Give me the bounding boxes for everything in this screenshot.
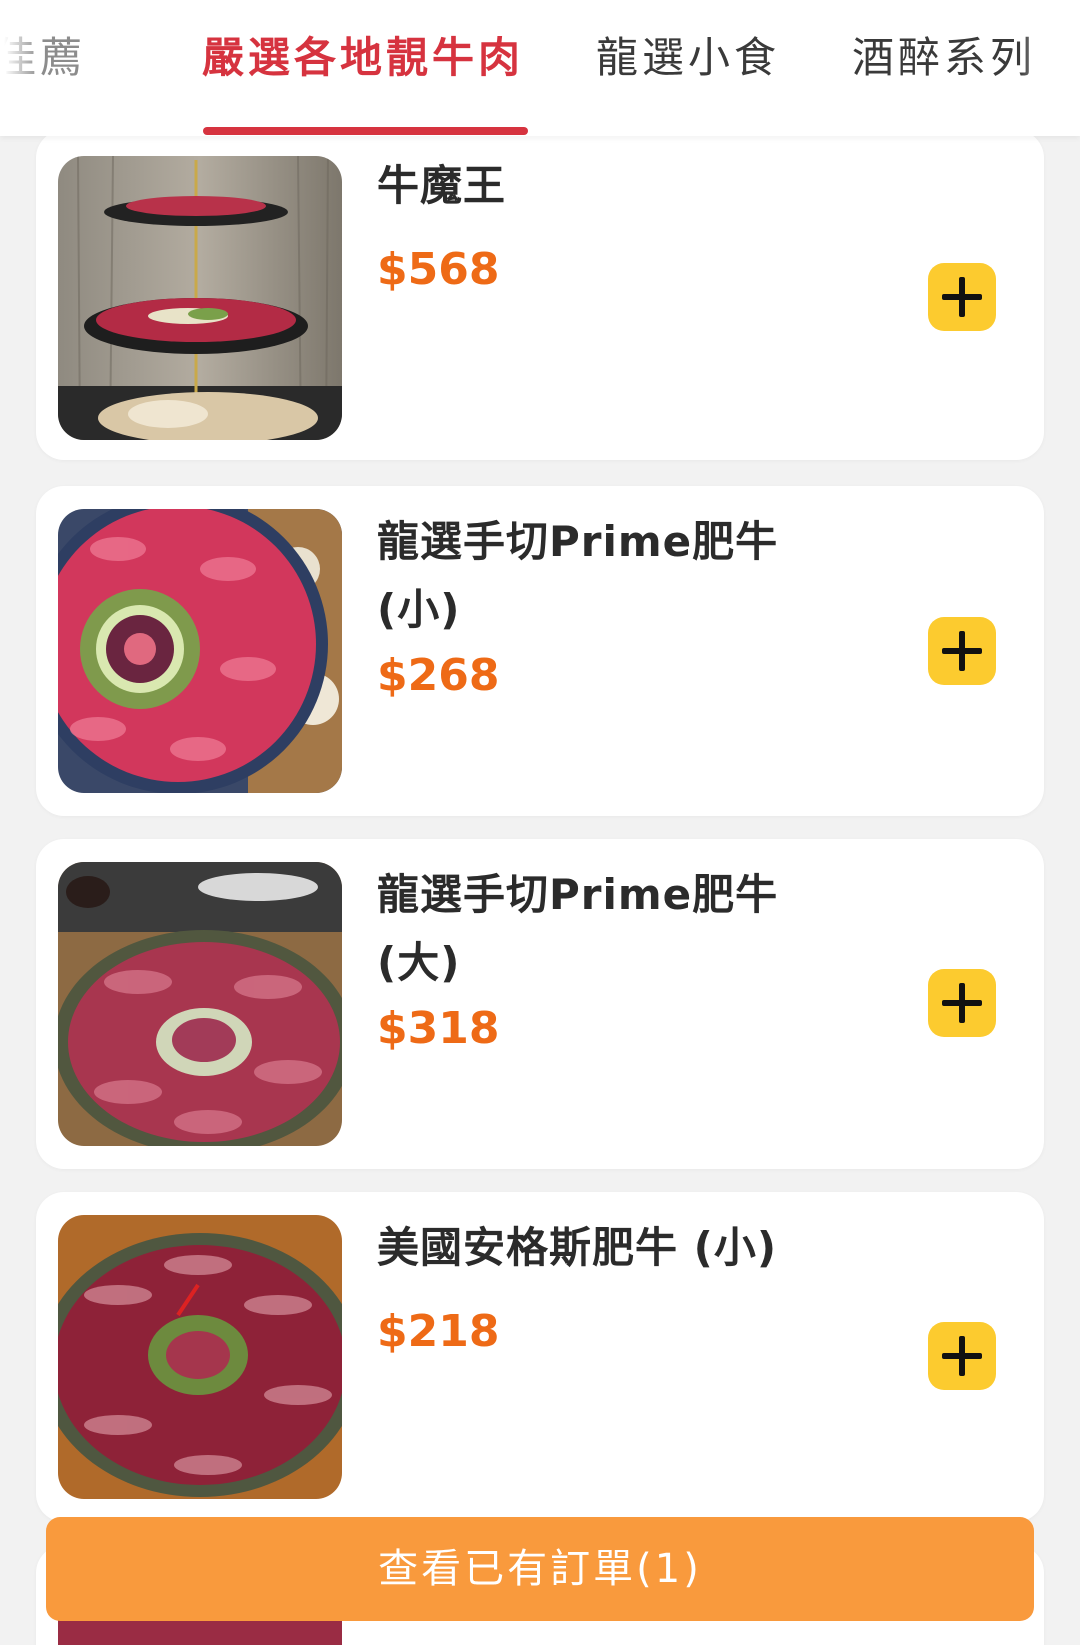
add-to-cart-button[interactable] — [928, 263, 996, 331]
add-to-cart-button[interactable] — [928, 1322, 996, 1390]
menu-page: 佳薦 嚴選各地靚牛肉 龍選小食 酒醉系列 牛魔王 $568 龍選手切Prime肥… — [0, 0, 1080, 1645]
large-beef-platter-image — [58, 862, 342, 1146]
category-tab-bar: 佳薦 嚴選各地靚牛肉 龍選小食 酒醉系列 — [0, 0, 1080, 136]
three-tier-beef-platter-image — [58, 156, 342, 440]
tab-snacks[interactable]: 龍選小食 — [596, 30, 780, 86]
item-photo — [58, 862, 342, 1146]
item-photo — [58, 509, 342, 793]
item-price: $318 — [377, 1003, 500, 1054]
active-tab-indicator — [203, 127, 528, 135]
angus-beef-platter-image — [58, 1215, 342, 1499]
menu-item-card: 龍選手切Prime肥牛 (大) $318 — [36, 839, 1044, 1169]
item-name: 龍選手切Prime肥牛 (大) — [377, 870, 779, 987]
item-price: $568 — [377, 244, 500, 295]
item-price: $218 — [377, 1306, 500, 1357]
view-orders-button[interactable]: 查看已有訂單(1) — [46, 1517, 1034, 1621]
round-beef-platter-image — [58, 509, 342, 793]
item-price: $268 — [377, 650, 500, 701]
item-name: 牛魔王 — [377, 161, 507, 210]
item-name: 龍選手切Prime肥牛 (小) — [377, 517, 779, 634]
add-to-cart-button[interactable] — [928, 969, 996, 1037]
item-photo — [58, 1215, 342, 1499]
menu-item-card: 美國安格斯肥牛 (小) $218 — [36, 1192, 1044, 1522]
tab-beef-selection[interactable]: 嚴選各地靚牛肉 — [202, 30, 524, 86]
tab-drunken-series[interactable]: 酒醉系列 — [852, 30, 1036, 86]
add-to-cart-button[interactable] — [928, 617, 996, 685]
item-photo — [58, 156, 342, 440]
tab-fade-right — [1020, 0, 1080, 125]
tab-fade-left — [0, 0, 40, 125]
menu-item-card: 牛魔王 $568 — [36, 130, 1044, 460]
item-name: 美國安格斯肥牛 (小) — [377, 1223, 778, 1272]
menu-item-card: 龍選手切Prime肥牛 (小) $268 — [36, 486, 1044, 816]
